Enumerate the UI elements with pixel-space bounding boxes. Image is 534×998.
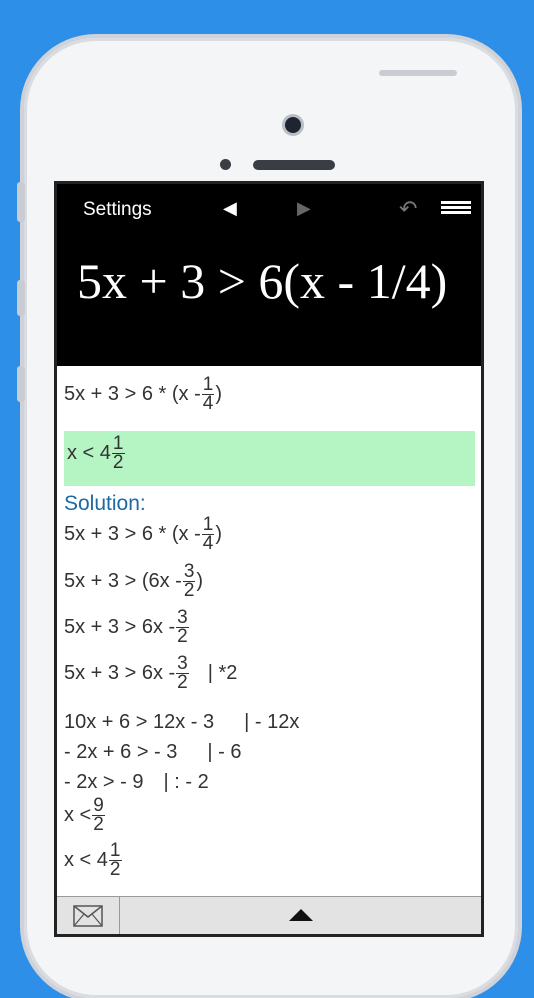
solution-step: 5x + 3 > 6x - 32 | *2 — [64, 653, 238, 693]
undo-icon[interactable]: ↶ — [399, 196, 417, 222]
expression-display: 5x + 3 > 6(x - 1/4) — [77, 253, 448, 309]
fraction: 12 — [111, 433, 125, 473]
solution-step: - 2x > - 9 | : - 2 — [64, 771, 209, 793]
front-camera — [285, 117, 301, 133]
fraction: 92 — [92, 795, 105, 835]
previous-icon[interactable]: ◀ — [223, 198, 237, 219]
solution-step: 10x + 6 > 12x - 3 | - 12x — [64, 711, 300, 733]
power-button — [379, 70, 457, 76]
fraction: 14 — [201, 374, 215, 414]
input-expression: 5x + 3 > 6 * (x - 14 ) — [64, 374, 222, 414]
app-screen: Settings ◀ ▶ ↶ 5x + 3 > 6(x - 1/4) 5x + … — [54, 181, 484, 937]
next-icon[interactable]: ▶ — [297, 198, 311, 219]
solution-panel: 5x + 3 > 6 * (x - 14 ) x < 4 12 Solution… — [57, 366, 481, 896]
fraction: 14 — [201, 514, 215, 554]
fraction: 32 — [176, 607, 189, 647]
solution-heading: Solution: — [64, 492, 146, 515]
volume-up-button — [17, 280, 25, 316]
fraction: 32 — [182, 561, 196, 601]
display-panel: Settings ◀ ▶ ↶ 5x + 3 > 6(x - 1/4) — [57, 184, 481, 366]
fraction: 12 — [108, 840, 122, 880]
solution-step: - 2x + 6 > - 3 | - 6 — [64, 741, 242, 763]
triangle-up-icon[interactable] — [289, 909, 313, 921]
result-line: x < 4 12 — [67, 433, 125, 473]
solution-step: x < 92 — [64, 795, 105, 835]
settings-button[interactable]: Settings — [83, 199, 152, 221]
proximity-sensor — [220, 159, 231, 170]
menu-icon[interactable] — [441, 201, 471, 215]
mute-switch — [17, 182, 25, 222]
solution-step: 5x + 3 > (6x - 32 ) — [64, 561, 204, 601]
result-highlight — [64, 431, 475, 486]
solution-step: 5x + 3 > 6x - 32 — [64, 607, 189, 647]
fraction: 32 — [176, 653, 189, 693]
solution-step: 5x + 3 > 6 * (x - 14 ) — [64, 514, 222, 554]
bottom-toolbar — [57, 896, 481, 934]
solution-step: x < 4 12 — [64, 840, 122, 880]
mail-icon[interactable] — [57, 897, 120, 934]
volume-down-button — [17, 366, 25, 402]
earpiece-speaker — [253, 160, 335, 170]
